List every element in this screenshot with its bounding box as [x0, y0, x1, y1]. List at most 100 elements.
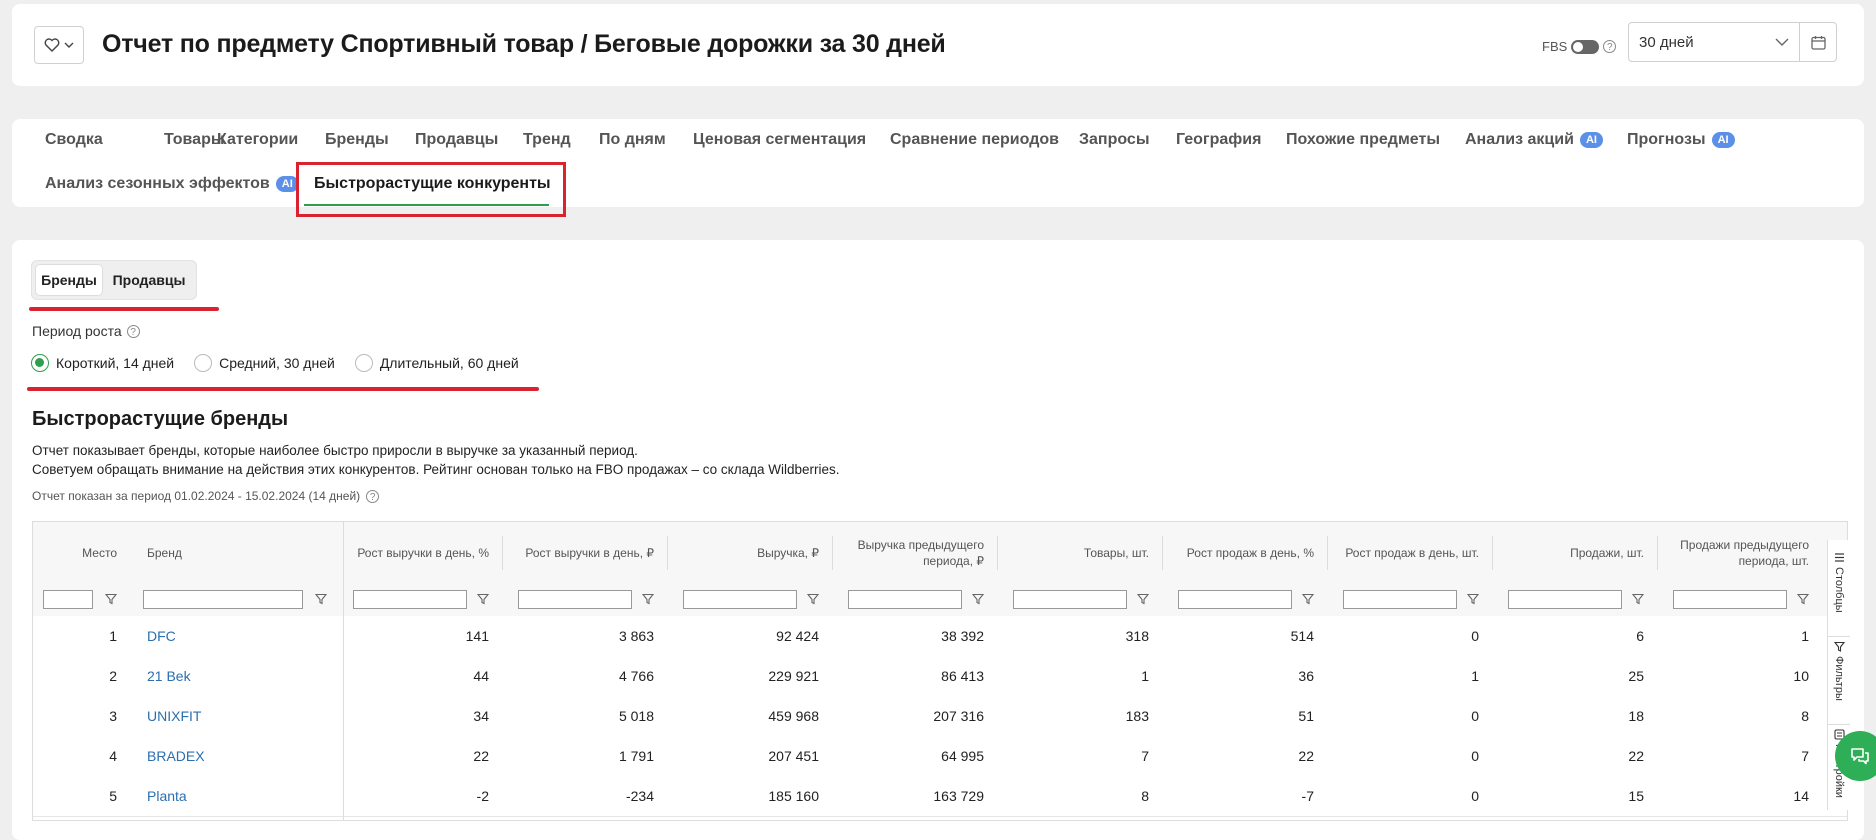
brand-link[interactable]: DFC: [147, 628, 176, 644]
filter-icon[interactable]: [972, 593, 984, 605]
column-header-revenue-growth-rub[interactable]: Рост выручки в день, ₽: [508, 522, 664, 584]
table-cell: 1 791: [618, 748, 654, 764]
brand-link[interactable]: BRADEX: [147, 748, 205, 764]
column-filter-input[interactable]: [1673, 590, 1787, 609]
table-cell: 3: [109, 708, 117, 724]
radio-label: Короткий, 14 дней: [56, 355, 175, 371]
columns-panel-tab[interactable]: Столбцы: [1828, 548, 1850, 630]
tab-categories[interactable]: Категории: [217, 131, 298, 149]
segment-sellers-button[interactable]: Продавцы: [106, 265, 192, 295]
filter-icon[interactable]: [315, 593, 327, 605]
filter-icon[interactable]: [807, 593, 819, 605]
column-header-prev-sales[interactable]: Продажи предыдущего периода, шт.: [1663, 522, 1819, 584]
tab-promo-analysis[interactable]: Анализ акций AI: [1465, 131, 1603, 149]
filter-icon[interactable]: [1797, 593, 1809, 605]
filters-panel-tab[interactable]: Фильтры: [1828, 636, 1850, 719]
header-column-divider: [1657, 536, 1658, 570]
column-filter-input[interactable]: [1343, 590, 1457, 609]
filter-icon[interactable]: [1632, 593, 1644, 605]
column-filter-input[interactable]: [518, 590, 632, 609]
filter-icon[interactable]: [1302, 593, 1314, 605]
table-cell: UNIXFIT: [137, 696, 337, 736]
growth-period-label: Период роста ?: [32, 323, 140, 339]
column-filter-input[interactable]: [1508, 590, 1622, 609]
tab-by-days[interactable]: По дням: [599, 131, 666, 149]
tab-summary[interactable]: Сводка: [45, 131, 103, 149]
table-row[interactable]: 3 UNIXFIT 34 5 018 459 968 207 316 183 51 0 18 8: [33, 696, 1847, 737]
growth-period-radio-group: Короткий, 14 дней Средний, 30 дней Длите…: [31, 354, 539, 372]
column-filter-input[interactable]: [683, 590, 797, 609]
brand-link[interactable]: 21 Bek: [147, 668, 191, 684]
column-header-revenue[interactable]: Выручка, ₽: [673, 522, 829, 584]
column-filter-input[interactable]: [353, 590, 467, 609]
tab-sellers[interactable]: Продавцы: [415, 131, 498, 149]
period-select[interactable]: 30 дней: [1628, 22, 1800, 62]
tab-forecasts[interactable]: Прогнозы AI: [1627, 131, 1735, 149]
period-info-text: Отчет показан за период 01.02.2024 - 15.…: [32, 489, 361, 503]
column-header-prev-revenue[interactable]: Выручка предыдущего периода, ₽: [838, 522, 994, 584]
column-header-revenue-growth-pct[interactable]: Рост выручки в день, %: [343, 522, 499, 584]
tab-label: Сводка: [45, 131, 103, 148]
tab-label: Прогнозы: [1627, 131, 1706, 148]
filter-icon[interactable]: [1137, 593, 1149, 605]
radio-medium[interactable]: Средний, 30 дней: [194, 354, 335, 372]
column-filter-input[interactable]: [1013, 590, 1127, 609]
tab-trend[interactable]: Тренд: [523, 131, 571, 149]
column-header-rank[interactable]: Место: [33, 522, 127, 584]
segment-brands-button[interactable]: Бренды: [36, 265, 102, 295]
table-cell: 8: [1801, 708, 1809, 724]
tab-seasonal-effects[interactable]: Анализ сезонных эффектов AI: [45, 175, 299, 193]
brand-link[interactable]: UNIXFIT: [147, 708, 201, 724]
header-column-divider: [1492, 536, 1493, 570]
column-filter-input[interactable]: [1178, 590, 1292, 609]
table-cell: 18: [1628, 708, 1644, 724]
chevron-down-icon: [1775, 38, 1789, 46]
tab-queries[interactable]: Запросы: [1079, 131, 1149, 149]
tab-label: География: [1176, 131, 1262, 148]
calendar-button[interactable]: [1799, 22, 1837, 62]
tab-products[interactable]: Товары: [164, 131, 225, 149]
column-filter-input[interactable]: [143, 590, 303, 609]
tab-period-comparison[interactable]: Сравнение периодов: [890, 131, 1059, 149]
tab-label: Сравнение периодов: [890, 131, 1059, 148]
column-header-brand[interactable]: Бренд: [137, 522, 337, 584]
fbs-toggle-group: FBS ?: [1542, 39, 1617, 54]
help-icon[interactable]: ?: [366, 489, 380, 503]
brand-link[interactable]: Planta: [147, 788, 187, 804]
column-header-sales-growth-pct[interactable]: Рост продаж в день, %: [1168, 522, 1324, 584]
filters-panel-label: Фильтры: [1833, 656, 1845, 701]
favorite-button[interactable]: [34, 26, 84, 64]
header-column-divider: [997, 536, 998, 570]
column-filter-input[interactable]: [848, 590, 962, 609]
table-row[interactable]: 4 BRADEX 22 1 791 207 451 64 995 7 22 0 22 7: [33, 736, 1847, 777]
table-cell: 0: [1471, 628, 1479, 644]
column-header-sales-growth-units[interactable]: Рост продаж в день, шт.: [1333, 522, 1489, 584]
table-cell: 21 Bek: [137, 656, 337, 696]
table-row[interactable]: 1 DFC 141 3 863 92 424 38 392 318 514 0 6 1: [33, 616, 1847, 657]
tab-brands[interactable]: Бренды: [325, 131, 389, 149]
tab-geography[interactable]: География: [1176, 131, 1261, 149]
radio-short[interactable]: Короткий, 14 дней: [31, 354, 174, 372]
column-filter-input[interactable]: [43, 590, 93, 609]
help-icon[interactable]: ?: [126, 324, 140, 338]
table-row[interactable]: 5 Planta -2 -234 185 160 163 729 8 -7 0 15 14: [33, 776, 1847, 817]
fbs-toggle[interactable]: [1571, 39, 1600, 54]
filter-icon[interactable]: [477, 593, 489, 605]
table-row[interactable]: 2 21 Bek 44 4 766 229 921 86 413 1 36 1 25 10: [33, 656, 1847, 697]
filter-icon[interactable]: [105, 593, 117, 605]
tab-price-segmentation[interactable]: Ценовая сегментация: [693, 131, 866, 149]
table-cell: 163 729: [933, 788, 984, 804]
filter-icon[interactable]: [1467, 593, 1479, 605]
radio-long[interactable]: Длительный, 60 дней: [354, 354, 519, 372]
filter-icon[interactable]: [642, 593, 654, 605]
table-header: Место Бренд Рост выручки в день, % Рост …: [33, 522, 1847, 585]
table-cell: 183: [1125, 708, 1149, 724]
tab-similar-items[interactable]: Похожие предметы: [1286, 131, 1440, 149]
tab-label: Товары: [164, 131, 225, 148]
growth-period-label-text: Период роста: [32, 323, 122, 339]
column-header-sales[interactable]: Продажи, шт.: [1498, 522, 1654, 584]
column-header-products[interactable]: Товары, шт.: [1003, 522, 1159, 584]
tab-label: По дням: [599, 131, 666, 148]
header-column-divider: [667, 536, 668, 570]
help-icon[interactable]: ?: [1603, 40, 1617, 53]
